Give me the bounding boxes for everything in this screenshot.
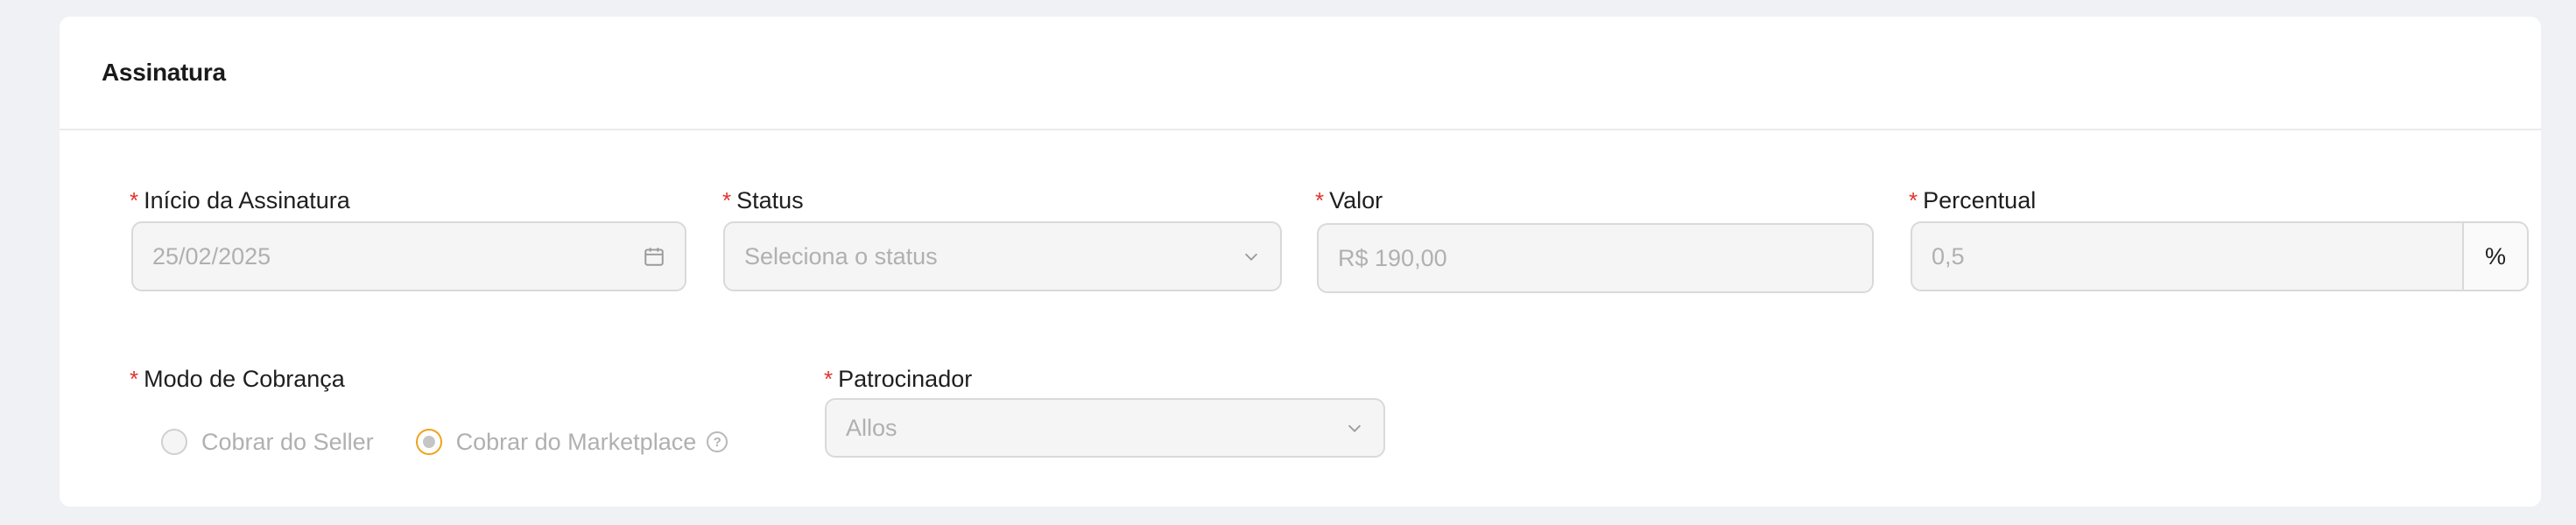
chevron-down-icon (1345, 418, 1364, 438)
percent-addon: % (2464, 221, 2529, 291)
percentual-input[interactable]: 0,5 (1911, 221, 2464, 291)
modo-label: Modo de Cobrança (144, 365, 345, 392)
field-percentual: * Percentual (1909, 183, 2036, 218)
radio-label: Cobrar do Seller (201, 428, 374, 455)
required-mark: * (130, 186, 139, 214)
help-icon[interactable]: ? (707, 431, 728, 452)
valor-label: Valor (1329, 186, 1383, 214)
radio-button[interactable] (161, 429, 187, 455)
chevron-down-icon (1242, 247, 1261, 266)
inicio-value: 25/02/2025 (152, 242, 271, 270)
required-mark: * (722, 186, 732, 214)
subscription-card: Assinatura * Início da Assinatura 25/02/… (60, 17, 2541, 507)
status-select[interactable]: Seleciona o status (723, 221, 1282, 291)
status-label: Status (736, 186, 804, 214)
required-mark: * (1909, 186, 1918, 214)
percentual-value: 0,5 (1932, 242, 1965, 270)
modo-radio-group: Cobrar do Seller Cobrar do Marketplace ? (161, 424, 770, 459)
field-inicio: * Início da Assinatura (130, 183, 350, 218)
status-placeholder: Seleciona o status (744, 242, 938, 270)
card-header: Assinatura (60, 17, 2541, 130)
section-title: Assinatura (102, 59, 226, 86)
radio-label: Cobrar do Marketplace (455, 428, 697, 455)
patrocinador-label: Patrocinador (838, 365, 973, 392)
field-status: * Status (722, 183, 804, 218)
percent-suffix: % (2484, 242, 2506, 270)
percentual-label: Percentual (1923, 186, 2037, 214)
valor-input[interactable]: R$ 190,00 (1317, 223, 1874, 293)
required-mark: * (130, 365, 139, 392)
field-modo: * Modo de Cobrança (130, 361, 345, 396)
patrocinador-select[interactable]: Allos (825, 398, 1385, 458)
field-patrocinador: * Patrocinador (824, 361, 972, 396)
radio-cobrar-marketplace[interactable]: Cobrar do Marketplace ? (415, 428, 728, 456)
inicio-label: Início da Assinatura (144, 186, 350, 214)
required-mark: * (1315, 186, 1325, 214)
patrocinador-value: Allos (846, 414, 897, 441)
required-mark: * (824, 365, 834, 392)
field-valor: * Valor (1315, 183, 1383, 218)
inicio-date-input[interactable]: 25/02/2025 (131, 221, 686, 291)
radio-button-selected[interactable] (415, 429, 442, 455)
valor-value: R$ 190,00 (1338, 244, 1447, 271)
calendar-icon[interactable] (643, 245, 665, 268)
radio-cobrar-seller[interactable]: Cobrar do Seller (161, 429, 374, 456)
